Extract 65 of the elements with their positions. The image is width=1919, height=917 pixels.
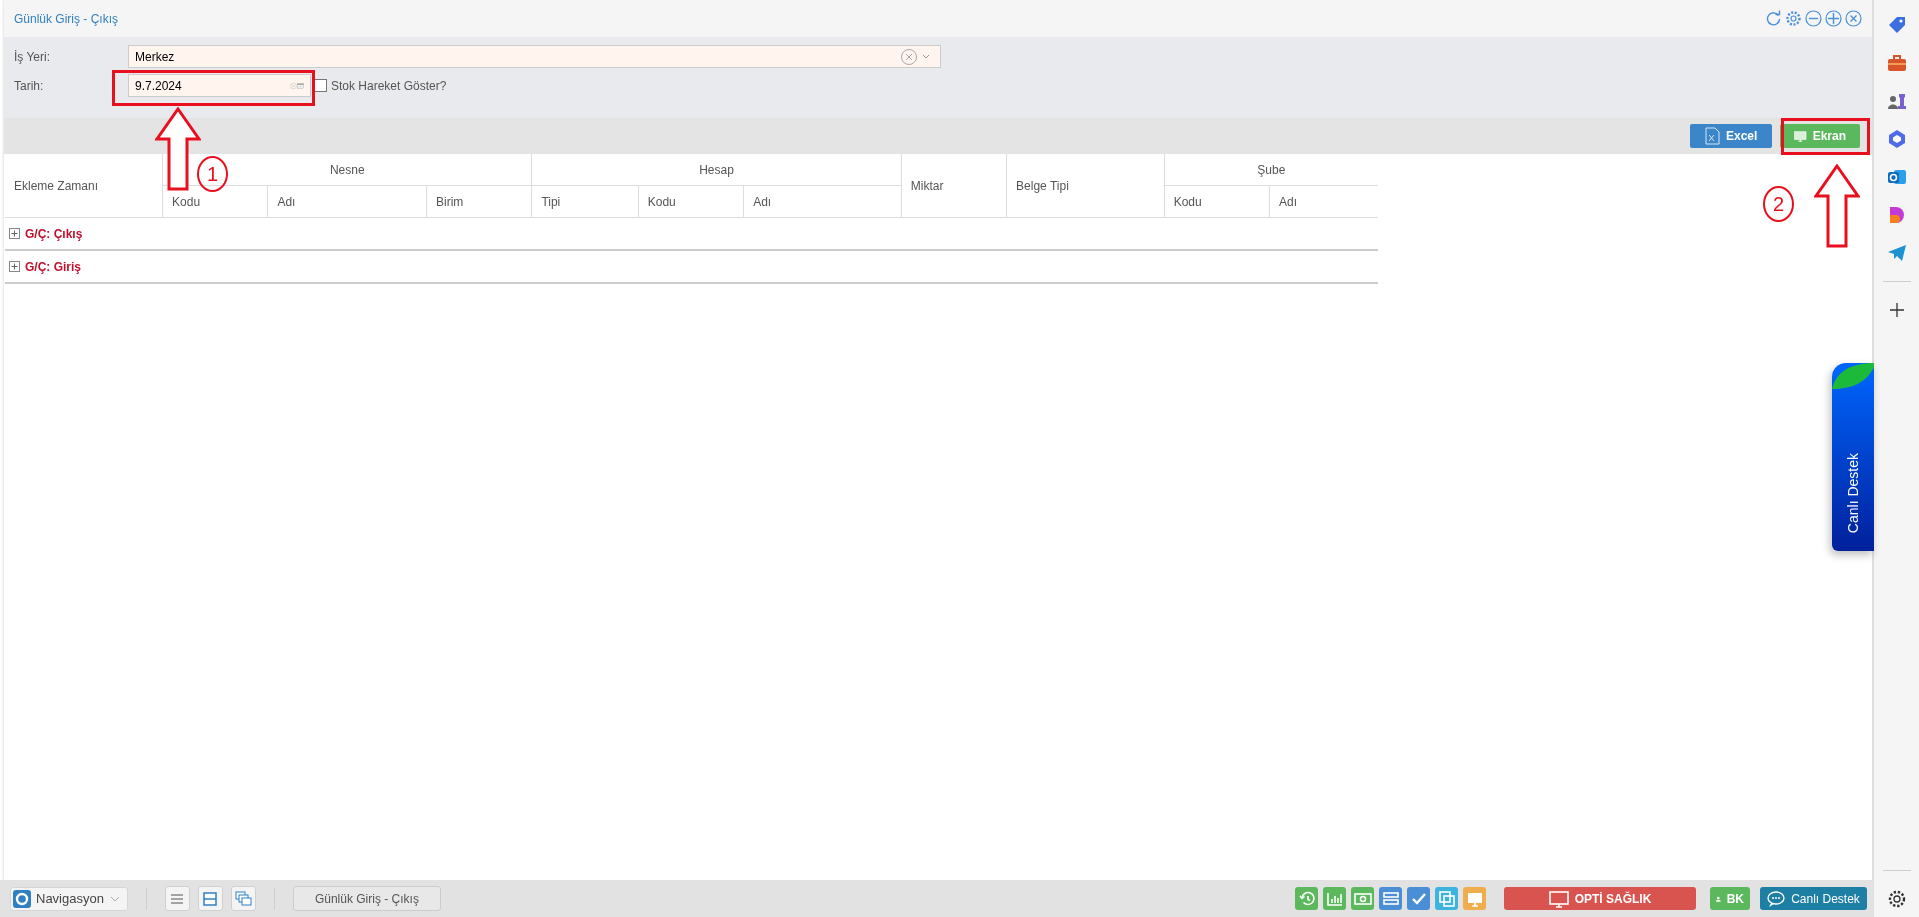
live-support-button[interactable]: Canlı Destek: [1760, 887, 1867, 910]
stock-movement-checkbox[interactable]: Stok Hareket Göster?: [314, 78, 447, 93]
paper-plane-icon[interactable]: [1886, 243, 1907, 263]
column-header: Birim: [426, 185, 532, 218]
live-support-tab[interactable]: Canlı Destek: [1832, 363, 1874, 551]
field-label: İş Yeri:: [14, 49, 52, 64]
minimize-icon[interactable]: [1805, 10, 1822, 27]
column-header: Adı: [743, 185, 902, 218]
refresh-icon[interactable]: [1765, 10, 1782, 27]
column-group-header: Şube: [1164, 154, 1378, 186]
app-logo-icon: [13, 889, 31, 908]
step-number: 2: [1763, 186, 1794, 222]
health-button[interactable]: OPTİ SAĞLIK: [1504, 887, 1696, 910]
excel-button[interactable]: Excel: [1690, 124, 1772, 148]
clear-icon[interactable]: [900, 47, 918, 66]
expand-icon[interactable]: [9, 261, 20, 272]
windows-icon: [1437, 889, 1456, 908]
column-header: Kodu: [1164, 185, 1270, 218]
column-header: Miktar: [901, 154, 1007, 218]
view-button[interactable]: [230, 886, 256, 911]
leaf-icon: [1832, 363, 1874, 389]
column-header: Belge Tipi: [1006, 154, 1165, 218]
column-header: Adı: [1269, 185, 1378, 218]
close-icon[interactable]: [1845, 10, 1862, 27]
expand-icon[interactable]: [9, 228, 20, 239]
chess-pieces-icon[interactable]: [1886, 91, 1907, 111]
maximize-icon[interactable]: [1825, 10, 1842, 27]
settings-icon[interactable]: [1886, 889, 1907, 909]
history-icon: [1297, 889, 1316, 908]
tool-button[interactable]: [1463, 887, 1486, 910]
group-label: G/Ç: Çıkış: [25, 226, 83, 241]
view-button[interactable]: [164, 886, 190, 911]
view-button[interactable]: [197, 886, 223, 911]
tool-button[interactable]: [1407, 887, 1430, 910]
cascade-windows-icon: [234, 889, 253, 908]
split-view-icon: [201, 889, 220, 908]
monitor-icon: [1548, 889, 1569, 908]
arrow-icon: [1814, 164, 1860, 248]
window-title: Günlük Giriş - Çıkış: [14, 11, 118, 26]
toolbox-icon[interactable]: [1886, 53, 1907, 73]
input-field[interactable]: 9.7.2024: [135, 76, 290, 95]
server-icon: [1381, 889, 1400, 908]
mail-icon[interactable]: [1886, 167, 1907, 187]
spreadsheet-icon: [1704, 127, 1720, 145]
arrow-icon: [155, 107, 201, 191]
field-label: Tarih:: [14, 78, 45, 93]
column-header: Ekleme Zamanı: [5, 154, 163, 218]
workplace-dropdown[interactable]: Merkez: [128, 45, 941, 68]
navigation-button[interactable]: Navigasyon: [10, 886, 128, 911]
input-field[interactable]: Merkez: [135, 47, 900, 66]
window-tab[interactable]: Günlük Giriş - Çıkış: [292, 886, 441, 911]
group-label: G/Ç: Giriş: [25, 259, 81, 274]
column-header: Adı: [267, 185, 427, 218]
tool-button[interactable]: [1323, 887, 1346, 910]
tool-button[interactable]: [1379, 887, 1402, 910]
tool-button[interactable]: [1435, 887, 1458, 910]
column-header: Kodu: [638, 185, 744, 218]
hexagon-icon[interactable]: [1886, 129, 1907, 149]
tool-button[interactable]: [1351, 887, 1374, 910]
column-header: Tipi: [531, 185, 639, 218]
column-group-header: Hesap: [531, 154, 902, 186]
tool-button[interactable]: [1295, 887, 1318, 910]
chat-icon: [1767, 889, 1786, 908]
date-field[interactable]: 9.7.2024: [128, 74, 311, 97]
step-number: 1: [197, 156, 228, 192]
